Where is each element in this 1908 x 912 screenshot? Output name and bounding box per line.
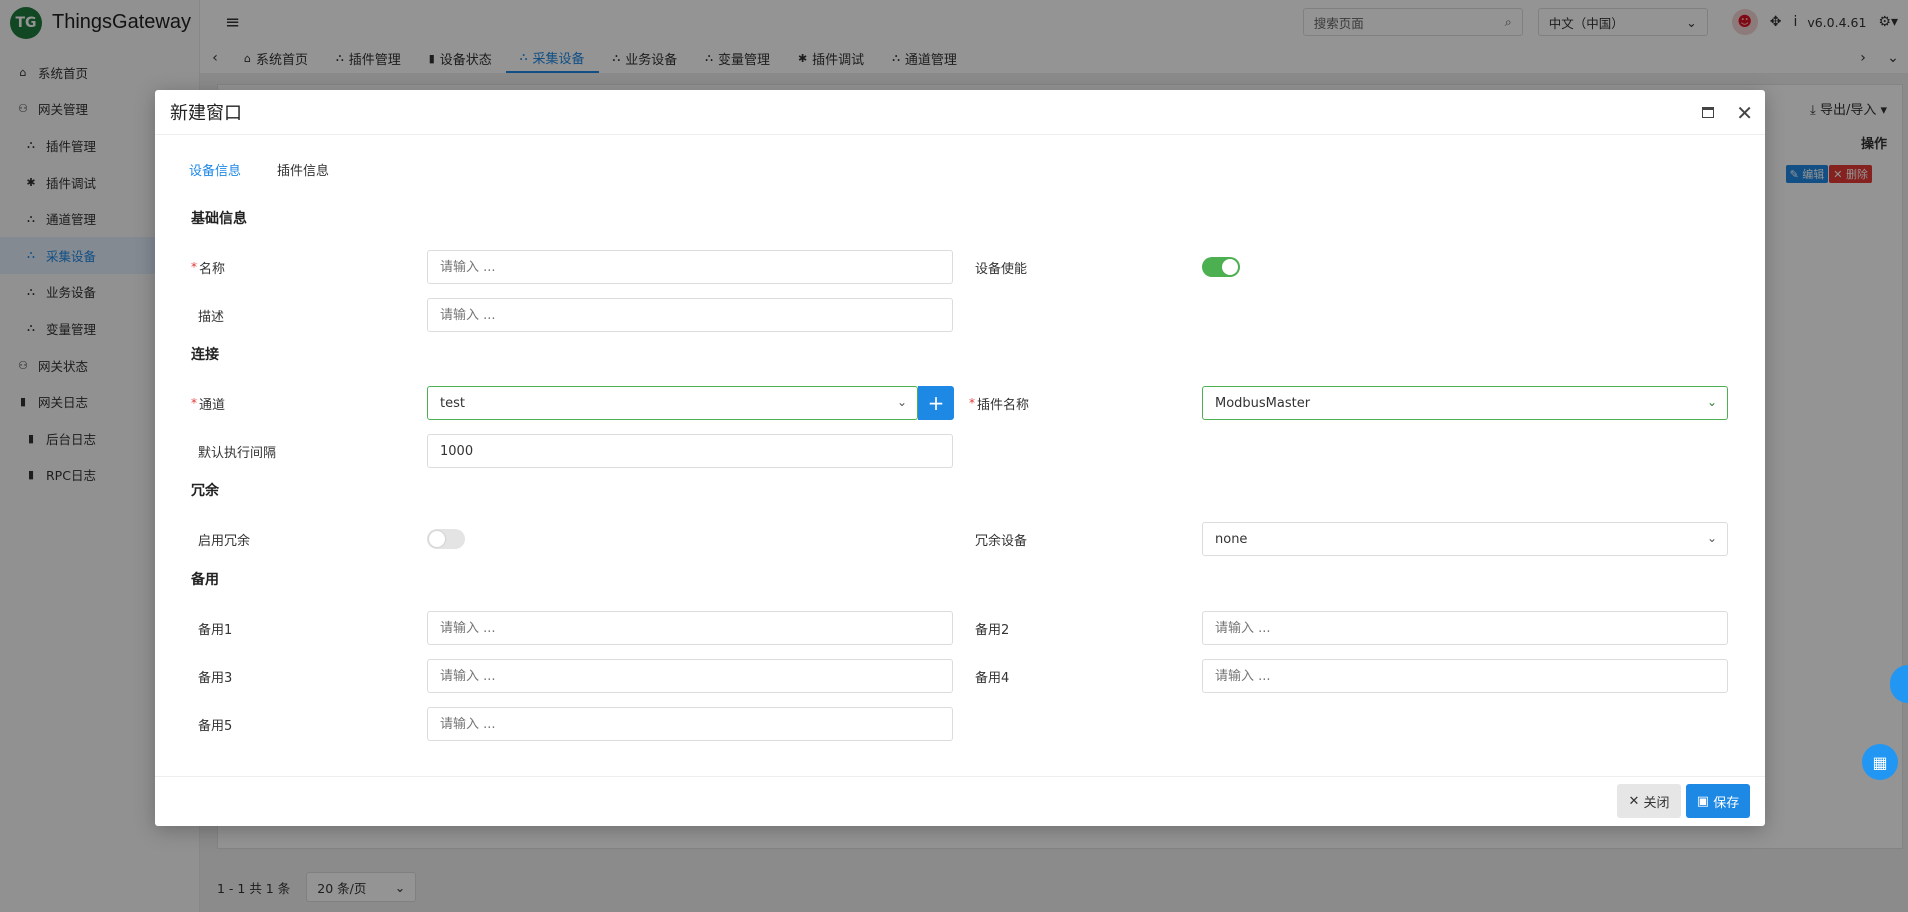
chevron-down-icon: ⌄ [1706,531,1717,545]
redundancy-device-label: 冗余设备 [975,533,1028,549]
chevron-down-icon: ⌄ [1706,395,1717,409]
channel-label: * 通道 [191,396,226,413]
name-label: * 名称 [191,260,226,277]
maximize-icon[interactable] [1702,107,1715,118]
backup5-label: 备用5 [198,718,233,734]
modal-footer: ✕ 关闭 ▣ 保存 [155,776,1765,826]
plugin-name-label: * 插件名称 [969,396,1030,413]
plugin-name-select[interactable]: ModbusMaster ⌄ [1202,386,1728,420]
close-button[interactable]: ✕ 关闭 [1617,784,1681,818]
backup3-input[interactable] [427,659,953,693]
backup2-input[interactable] [1202,611,1728,645]
save-icon: ▣ [1696,793,1710,809]
interval-input[interactable]: 1000 [427,434,953,468]
redundancy-enable-switch[interactable] [427,529,465,549]
backup1-input[interactable] [427,611,953,645]
backup3-label: 备用3 [198,670,233,686]
section-redundancy: 冗余 [191,483,219,499]
redundancy-enable-label: 启用冗余 [198,533,251,549]
description-label: 描述 [198,309,225,325]
device-enable-label: 设备使能 [975,261,1028,277]
modal-title: 新建窗口 [170,103,242,124]
backup4-label: 备用4 [975,670,1010,686]
grid-icon[interactable]: ▦ [1862,744,1898,780]
redundancy-device-select[interactable]: none ⌄ [1202,522,1728,556]
description-input[interactable] [427,298,953,332]
backup5-input[interactable] [427,707,953,741]
section-basic-info: 基础信息 [191,211,247,227]
section-backup: 备用 [191,572,219,588]
tab-plugin-info[interactable]: 插件信息 [277,160,329,179]
backup2-label: 备用2 [975,622,1010,638]
close-icon: ✕ [1628,793,1640,809]
backup4-input[interactable] [1202,659,1728,693]
modal-tabs: 设备信息 插件信息 [189,160,365,179]
close-icon[interactable]: ✕ [1736,101,1753,125]
channel-select[interactable]: test ⌄ [427,386,918,420]
name-input[interactable] [427,250,953,284]
device-enable-switch[interactable] [1202,257,1240,277]
add-channel-button[interactable]: + [918,386,954,420]
plus-icon: + [927,391,945,415]
chevron-down-icon: ⌄ [896,395,907,409]
section-connection: 连接 [191,347,219,363]
save-button[interactable]: ▣ 保存 [1686,784,1750,818]
new-device-modal: 新建窗口 ✕ 设备信息 插件信息 基础信息 *名称 设备使能 描述 连接 *通道… [155,90,1765,826]
tab-device-info[interactable]: 设备信息 [189,160,241,179]
modal-actions: ✕ [1702,90,1753,135]
modal-header: 新建窗口 ✕ [155,90,1765,135]
backup1-label: 备用1 [198,622,233,638]
interval-label: 默认执行间隔 [198,445,277,461]
